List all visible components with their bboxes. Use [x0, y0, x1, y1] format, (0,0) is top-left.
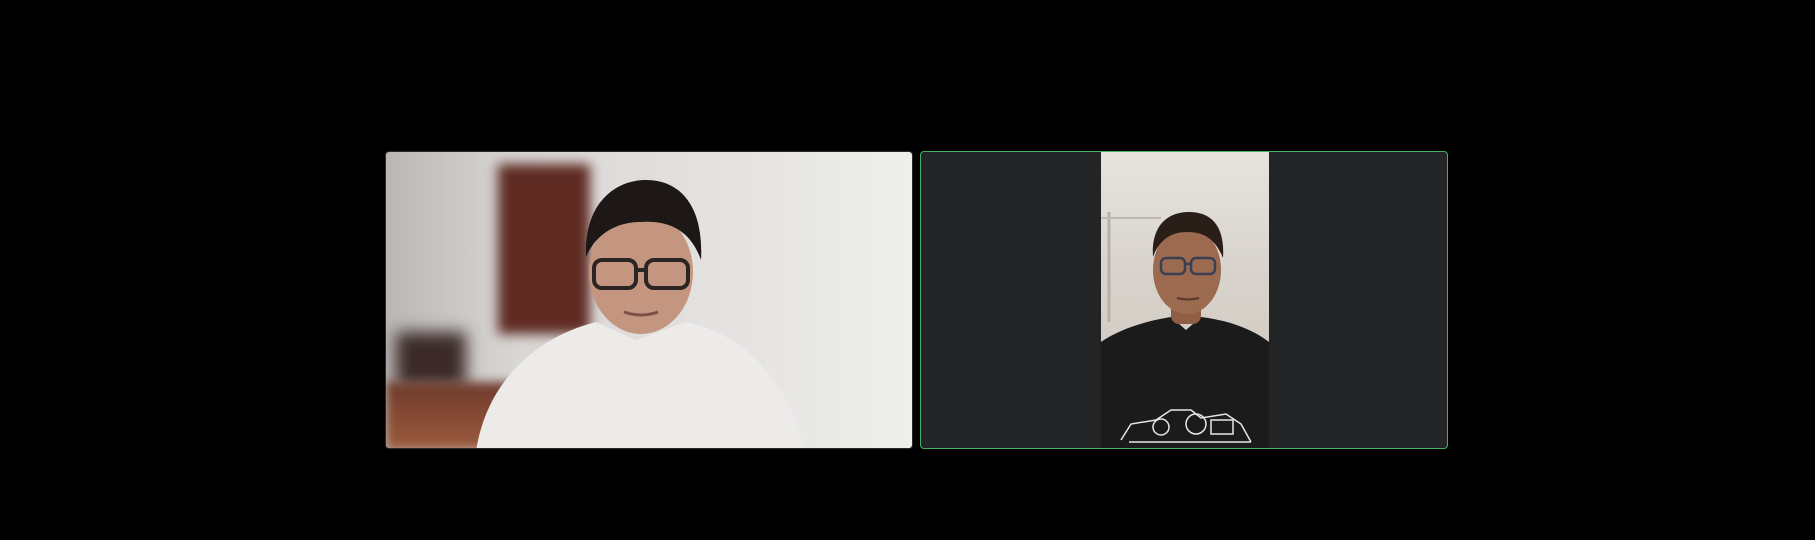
participant-right-feed-image — [1101, 212, 1269, 448]
shirt-shape — [476, 322, 805, 448]
participant-left-feed-image — [476, 180, 805, 448]
meeting-gallery-view — [0, 0, 1815, 540]
participant-video-tile-left[interactable] — [385, 151, 913, 449]
background-furniture — [396, 332, 466, 387]
participant-right-feed — [1101, 152, 1269, 448]
participant-video-tile-right[interactable] — [920, 151, 1448, 449]
